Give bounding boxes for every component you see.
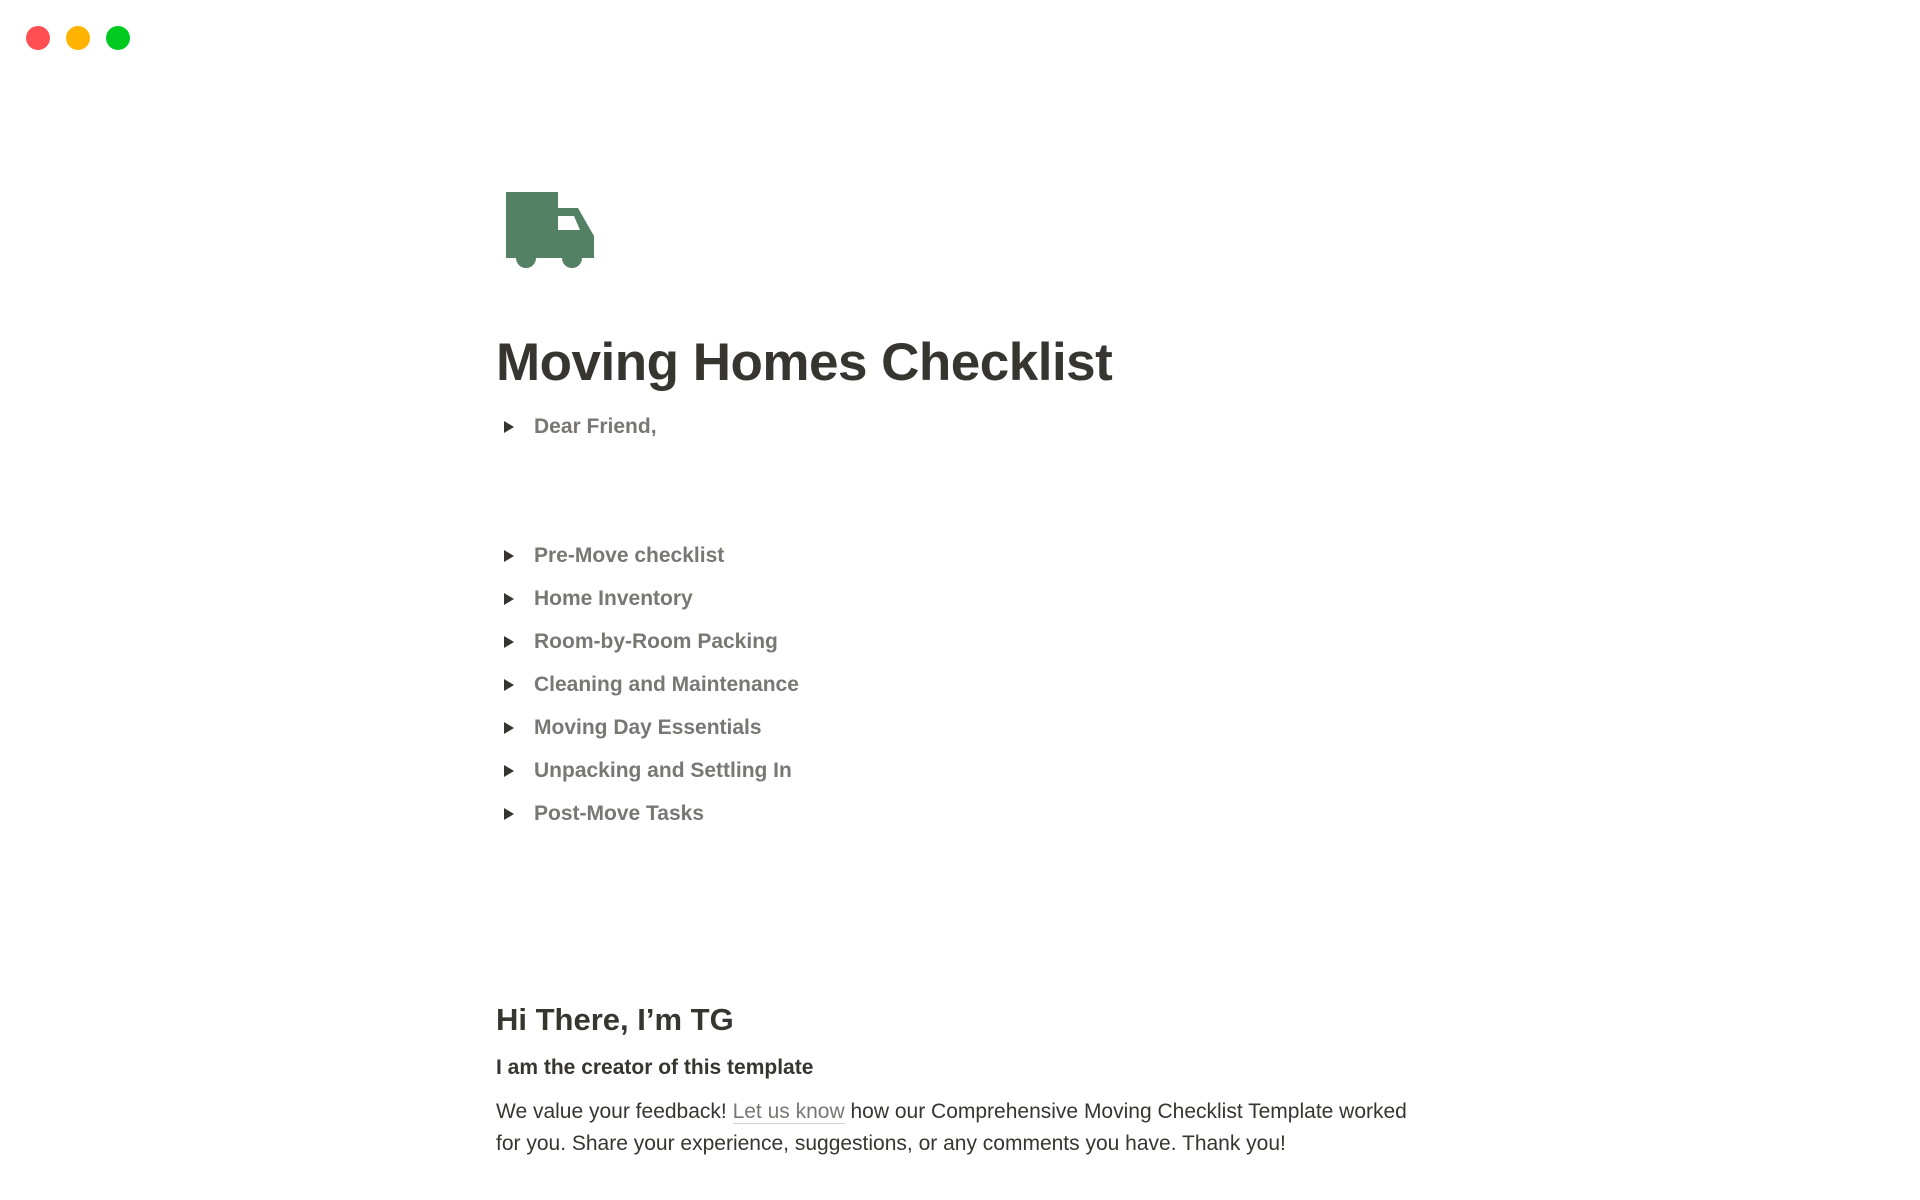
toggle-label[interactable]: Pre-Move checklist	[534, 544, 724, 568]
toggle-post-move-tasks[interactable]: Post-Move Tasks	[496, 798, 704, 830]
toggle-arrow-icon[interactable]	[504, 765, 514, 777]
toggle-label[interactable]: Home Inventory	[534, 587, 693, 611]
toggle-label[interactable]: Moving Day Essentials	[534, 716, 762, 740]
zoom-window-button[interactable]	[106, 26, 130, 50]
toggle-room-by-room-packing[interactable]: Room-by-Room Packing	[496, 626, 778, 658]
toggle-arrow-icon[interactable]	[504, 550, 514, 562]
toggle-label[interactable]: Post-Move Tasks	[534, 802, 704, 826]
toggle-home-inventory[interactable]: Home Inventory	[496, 583, 693, 615]
toggle-arrow-icon[interactable]	[504, 593, 514, 605]
toggle-arrow-icon[interactable]	[504, 421, 514, 433]
toggle-arrow-icon[interactable]	[504, 679, 514, 691]
let-us-know-link[interactable]: Let us know	[732, 1100, 845, 1124]
toggle-cleaning-and-maintenance[interactable]: Cleaning and Maintenance	[496, 669, 799, 701]
toggle-arrow-icon[interactable]	[504, 808, 514, 820]
toggle-unpacking-and-settling-in[interactable]: Unpacking and Settling In	[496, 755, 792, 787]
feedback-paragraph: We value your feedback! Let us know how …	[496, 1096, 1416, 1160]
creator-heading: Hi There, I’m TG	[496, 1002, 734, 1037]
toggle-label[interactable]: Unpacking and Settling In	[534, 759, 792, 783]
toggle-label[interactable]: Dear Friend,	[534, 415, 657, 439]
feedback-text-start: We value your feedback!	[496, 1100, 733, 1123]
toggle-pre-move-checklist[interactable]: Pre-Move checklist	[496, 540, 724, 572]
creator-subheading: I am the creator of this template	[496, 1056, 814, 1079]
window-controls	[26, 26, 130, 50]
toggle-arrow-icon[interactable]	[504, 636, 514, 648]
minimize-window-button[interactable]	[66, 26, 90, 50]
page-title: Moving Homes Checklist	[496, 333, 1113, 392]
close-window-button[interactable]	[26, 26, 50, 50]
toggle-label[interactable]: Cleaning and Maintenance	[534, 673, 799, 697]
truck-icon[interactable]	[504, 190, 596, 268]
toggle-dear-friend[interactable]: Dear Friend,	[496, 411, 657, 443]
toggle-label[interactable]: Room-by-Room Packing	[534, 630, 778, 654]
toggle-moving-day-essentials[interactable]: Moving Day Essentials	[496, 712, 762, 744]
toggle-arrow-icon[interactable]	[504, 722, 514, 734]
